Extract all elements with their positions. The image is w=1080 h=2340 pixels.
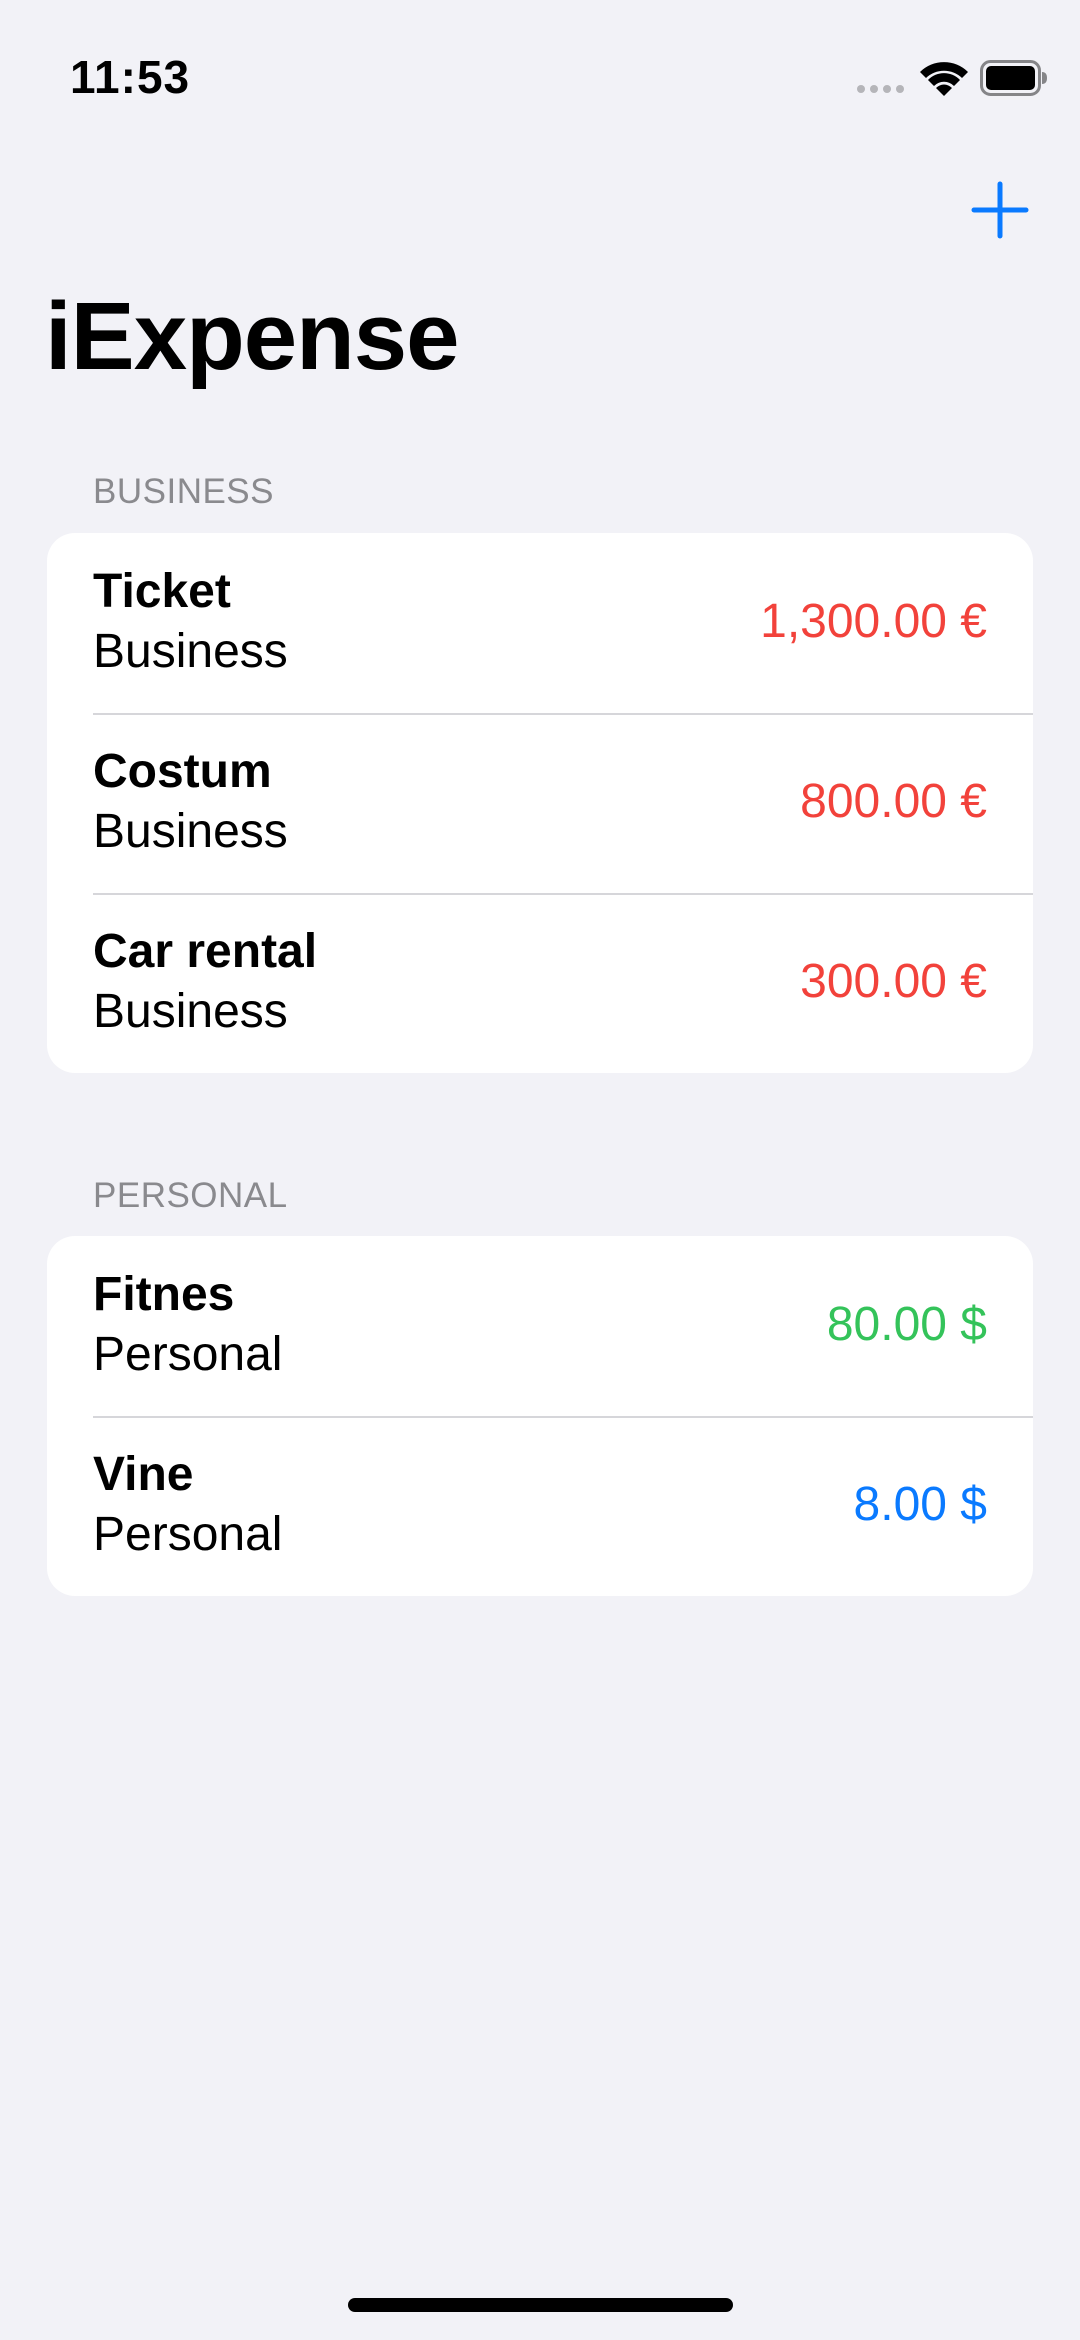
list-item[interactable]: Vine Personal 8.00 $ bbox=[47, 1416, 1033, 1596]
expense-type: Business bbox=[93, 625, 288, 678]
list-item[interactable]: Ticket Business 1,300.00 € bbox=[47, 533, 1033, 713]
expense-amount: 1,300.00 € bbox=[760, 595, 987, 648]
battery-icon bbox=[980, 60, 1047, 96]
personal-expenses-list: Fitnes Personal 80.00 $ Vine Personal 8.… bbox=[47, 1236, 1033, 1596]
expense-name: Car rental bbox=[93, 925, 318, 978]
wifi-icon bbox=[920, 62, 968, 96]
status-bar: 11:53 bbox=[0, 0, 1080, 150]
list-item[interactable]: Costum Business 800.00 € bbox=[47, 713, 1033, 893]
expense-amount: 300.00 € bbox=[800, 955, 987, 1008]
page-title: iExpense bbox=[45, 283, 460, 390]
expense-type: Personal bbox=[93, 1508, 283, 1561]
expense-name: Costum bbox=[93, 745, 272, 798]
expense-amount: 8.00 $ bbox=[853, 1478, 987, 1531]
status-time: 11:53 bbox=[70, 51, 191, 103]
expense-type: Business bbox=[93, 805, 288, 858]
signal-icon bbox=[857, 85, 904, 93]
expense-name: Fitnes bbox=[93, 1268, 235, 1321]
expense-type: Personal bbox=[93, 1328, 283, 1381]
list-item[interactable]: Fitnes Personal 80.00 $ bbox=[47, 1236, 1033, 1416]
expense-type: Business bbox=[93, 985, 288, 1038]
home-indicator[interactable] bbox=[348, 2298, 733, 2312]
expense-name: Vine bbox=[93, 1448, 194, 1501]
add-expense-button[interactable] bbox=[968, 178, 1032, 242]
expense-name: Ticket bbox=[93, 565, 231, 618]
section-header-business: BUSINESS bbox=[93, 472, 274, 511]
expense-amount: 800.00 € bbox=[800, 775, 987, 828]
business-expenses-list: Ticket Business 1,300.00 € Costum Busine… bbox=[47, 533, 1033, 1073]
plus-icon bbox=[971, 181, 1029, 239]
expense-amount: 80.00 $ bbox=[826, 1298, 987, 1351]
section-header-personal: PERSONAL bbox=[93, 1176, 288, 1215]
list-item[interactable]: Car rental Business 300.00 € bbox=[47, 893, 1033, 1073]
